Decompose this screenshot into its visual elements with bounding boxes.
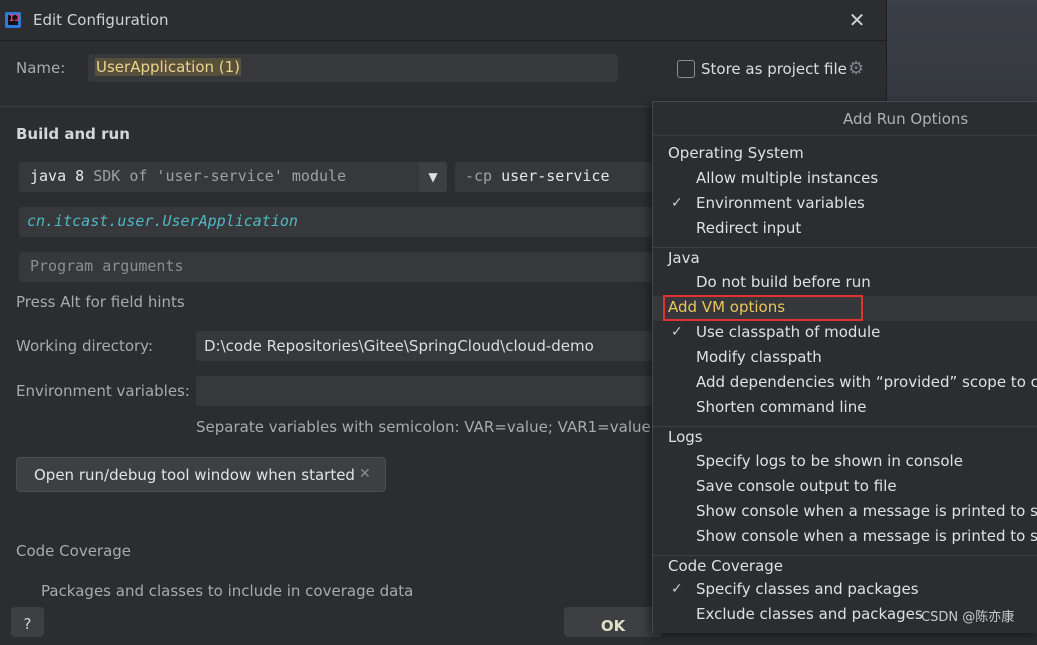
environment-variables-label: Environment variables:: [16, 382, 190, 400]
menu-item-add-dependencies[interactable]: Add dependencies with “provided” scope t…: [696, 373, 1037, 391]
jdk-description: SDK of 'user-service' module: [84, 167, 347, 185]
group-operating-system: Operating System: [668, 144, 804, 162]
working-directory-value: D:\code Repositories\Gitee\SpringCloud\c…: [204, 337, 594, 355]
build-and-run-title: Build and run: [16, 125, 130, 143]
coverage-packages-label: Packages and classes to include in cover…: [41, 582, 414, 600]
menu-item-modify-classpath[interactable]: Modify classpath: [696, 348, 822, 366]
check-icon: ✓: [671, 324, 683, 340]
classpath-value: -cp user-service: [465, 167, 610, 185]
menu-item-specify-logs[interactable]: Specify logs to be shown in console: [696, 452, 963, 470]
ok-button[interactable]: OK: [564, 607, 662, 637]
window-title: Edit Configuration: [33, 11, 169, 29]
jdk-value: java 8 SDK of 'user-service' module: [30, 167, 346, 185]
menu-item-shorten-command-line[interactable]: Shorten command line: [696, 398, 866, 416]
menu-item-exclude-classes[interactable]: Exclude classes and packages: [696, 605, 923, 623]
close-icon[interactable]: ✕: [359, 466, 371, 482]
check-icon: ✓: [671, 195, 683, 211]
menu-item-allow-multiple-instances[interactable]: Allow multiple instances: [696, 169, 878, 187]
help-button[interactable]: ?: [11, 607, 44, 637]
chip-label: Open run/debug tool window when started: [34, 466, 355, 484]
field-hint: Press Alt for field hints: [16, 293, 185, 311]
popup-header: Add Run Options: [653, 102, 1037, 136]
group-logs: Logs: [668, 428, 703, 446]
working-directory-label: Working directory:: [16, 337, 154, 355]
watermark: CSDN @陈亦康: [921, 610, 1015, 625]
intellij-logo-icon: IJ: [5, 12, 21, 28]
chevron-down-icon[interactable]: ▼: [419, 162, 447, 192]
store-as-project-label[interactable]: Store as project file: [701, 60, 847, 78]
menu-item-use-classpath[interactable]: Use classpath of module: [696, 323, 880, 341]
menu-item-do-not-build[interactable]: Do not build before run: [696, 273, 871, 291]
name-value: UserApplication (1): [95, 58, 242, 76]
environment-variables-input[interactable]: [196, 376, 655, 406]
menu-item-environment-variables[interactable]: Environment variables: [696, 194, 865, 212]
popup-title: Add Run Options: [843, 110, 969, 128]
menu-item-show-console-stdout[interactable]: Show console when a message is printed t…: [696, 502, 1037, 520]
title-bar: IJ Edit Configuration ✕: [0, 0, 886, 41]
program-arguments-placeholder: Program arguments: [30, 257, 184, 275]
divider: [0, 106, 655, 107]
jdk-version: java 8: [30, 167, 85, 185]
name-label: Name:: [16, 59, 66, 77]
add-run-options-popup: Add Run Options Operating System Allow m…: [652, 101, 1037, 633]
classpath-module: user-service: [501, 167, 610, 185]
main-class-value: cn.itcast.user.UserApplication: [27, 212, 298, 230]
code-coverage-title: Code Coverage: [16, 542, 132, 560]
close-icon[interactable]: ✕: [846, 9, 868, 31]
annotation-highlight-box: [663, 295, 863, 321]
group-divider: [653, 555, 1037, 556]
check-icon: ✓: [671, 581, 683, 597]
gear-icon[interactable]: ⚙: [848, 58, 864, 79]
menu-item-redirect-input[interactable]: Redirect input: [696, 219, 801, 237]
group-java: Java: [668, 249, 700, 267]
environment-variables-hint: Separate variables with semicolon: VAR=v…: [196, 418, 661, 436]
group-code-coverage: Code Coverage: [668, 557, 784, 575]
classpath-prefix: -cp: [465, 167, 502, 185]
group-divider: [653, 247, 1037, 248]
store-as-project-checkbox[interactable]: [677, 60, 695, 78]
menu-item-specify-classes[interactable]: Specify classes and packages: [696, 580, 919, 598]
menu-item-save-console-output[interactable]: Save console output to file: [696, 477, 897, 495]
group-divider: [653, 426, 1037, 427]
menu-item-show-console-stderr[interactable]: Show console when a message is printed t…: [696, 527, 1037, 545]
